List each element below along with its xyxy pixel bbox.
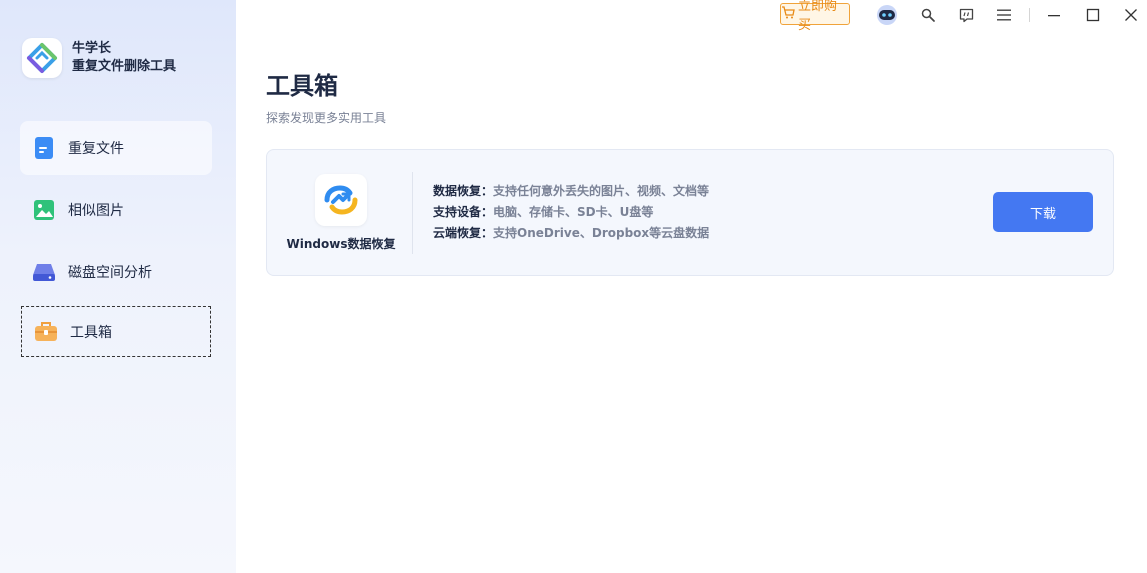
sidebar-item-toolbox[interactable]: 工具箱 (21, 306, 211, 357)
sidebar-item-label: 工具箱 (70, 324, 112, 341)
feature-item: 云端恢复：支持OneDrive、Dropbox等云盘数据 (433, 223, 709, 244)
page-title: 工具箱 (266, 72, 338, 100)
maximize-icon[interactable] (1082, 4, 1104, 26)
sidebar-item-duplicate-files[interactable]: 重复文件 (20, 121, 212, 175)
sidebar: 牛学长 重复文件删除工具 重复文件 相似图片 磁盘空间分析 工具箱 (0, 0, 236, 573)
page-subtitle: 探索发现更多实用工具 (266, 111, 387, 125)
feature-item: 支持设备：电脑、存储卡、SD卡、U盘等 (433, 202, 709, 223)
app-logo-icon (22, 38, 62, 78)
sidebar-item-similar-images[interactable]: 相似图片 (20, 183, 212, 237)
feature-text: 支持任何意外丢失的图片、视频、文档等 (493, 184, 710, 198)
titlebar-separator (1029, 8, 1030, 22)
brand: 牛学长 重复文件删除工具 (22, 38, 176, 78)
image-icon (32, 198, 56, 222)
feature-label: 数据恢复： (433, 184, 494, 198)
card-divider (412, 172, 413, 254)
sidebar-nav: 重复文件 相似图片 磁盘空间分析 工具箱 (20, 121, 212, 364)
feedback-icon[interactable] (955, 4, 977, 26)
tool-features: 数据恢复：支持任何意外丢失的图片、视频、文档等 支持设备：电脑、存储卡、SD卡、… (433, 181, 709, 244)
document-icon (32, 136, 56, 160)
feature-label: 云端恢复： (433, 226, 494, 240)
feature-text: 电脑、存储卡、SD卡、U盘等 (493, 205, 654, 219)
feature-label: 支持设备： (433, 205, 494, 219)
minimize-icon[interactable] (1043, 4, 1065, 26)
search-icon[interactable] (917, 4, 939, 26)
toolbox-icon (34, 320, 58, 344)
robot-icon[interactable] (876, 4, 898, 26)
feature-text: 支持OneDrive、Dropbox等云盘数据 (493, 226, 710, 240)
title-bar: 立即购买 (236, 0, 1147, 33)
buy-now-button[interactable]: 立即购买 (780, 0, 850, 33)
app-subtitle: 重复文件删除工具 (72, 59, 177, 74)
buy-now-label: 立即购买 (798, 0, 838, 33)
disk-icon (32, 260, 56, 284)
menu-icon[interactable] (993, 4, 1015, 26)
app-name: 牛学长 (72, 41, 112, 56)
sidebar-item-disk-analysis[interactable]: 磁盘空间分析 (20, 245, 212, 299)
tool-app-name: Windows数据恢复 (286, 237, 396, 251)
sidebar-item-label: 相似图片 (68, 203, 124, 219)
tool-card: Windows数据恢复 数据恢复：支持任何意外丢失的图片、视频、文档等 支持设备… (266, 149, 1114, 276)
close-icon[interactable] (1120, 4, 1142, 26)
download-button[interactable]: 下载 (993, 192, 1093, 232)
cart-icon (781, 5, 795, 23)
data-recovery-app-icon (315, 174, 367, 226)
sidebar-item-label: 重复文件 (68, 141, 124, 157)
feature-item: 数据恢复：支持任何意外丢失的图片、视频、文档等 (433, 181, 709, 202)
sidebar-item-label: 磁盘空间分析 (68, 265, 152, 281)
tool-card-app: Windows数据恢复 (281, 174, 401, 252)
